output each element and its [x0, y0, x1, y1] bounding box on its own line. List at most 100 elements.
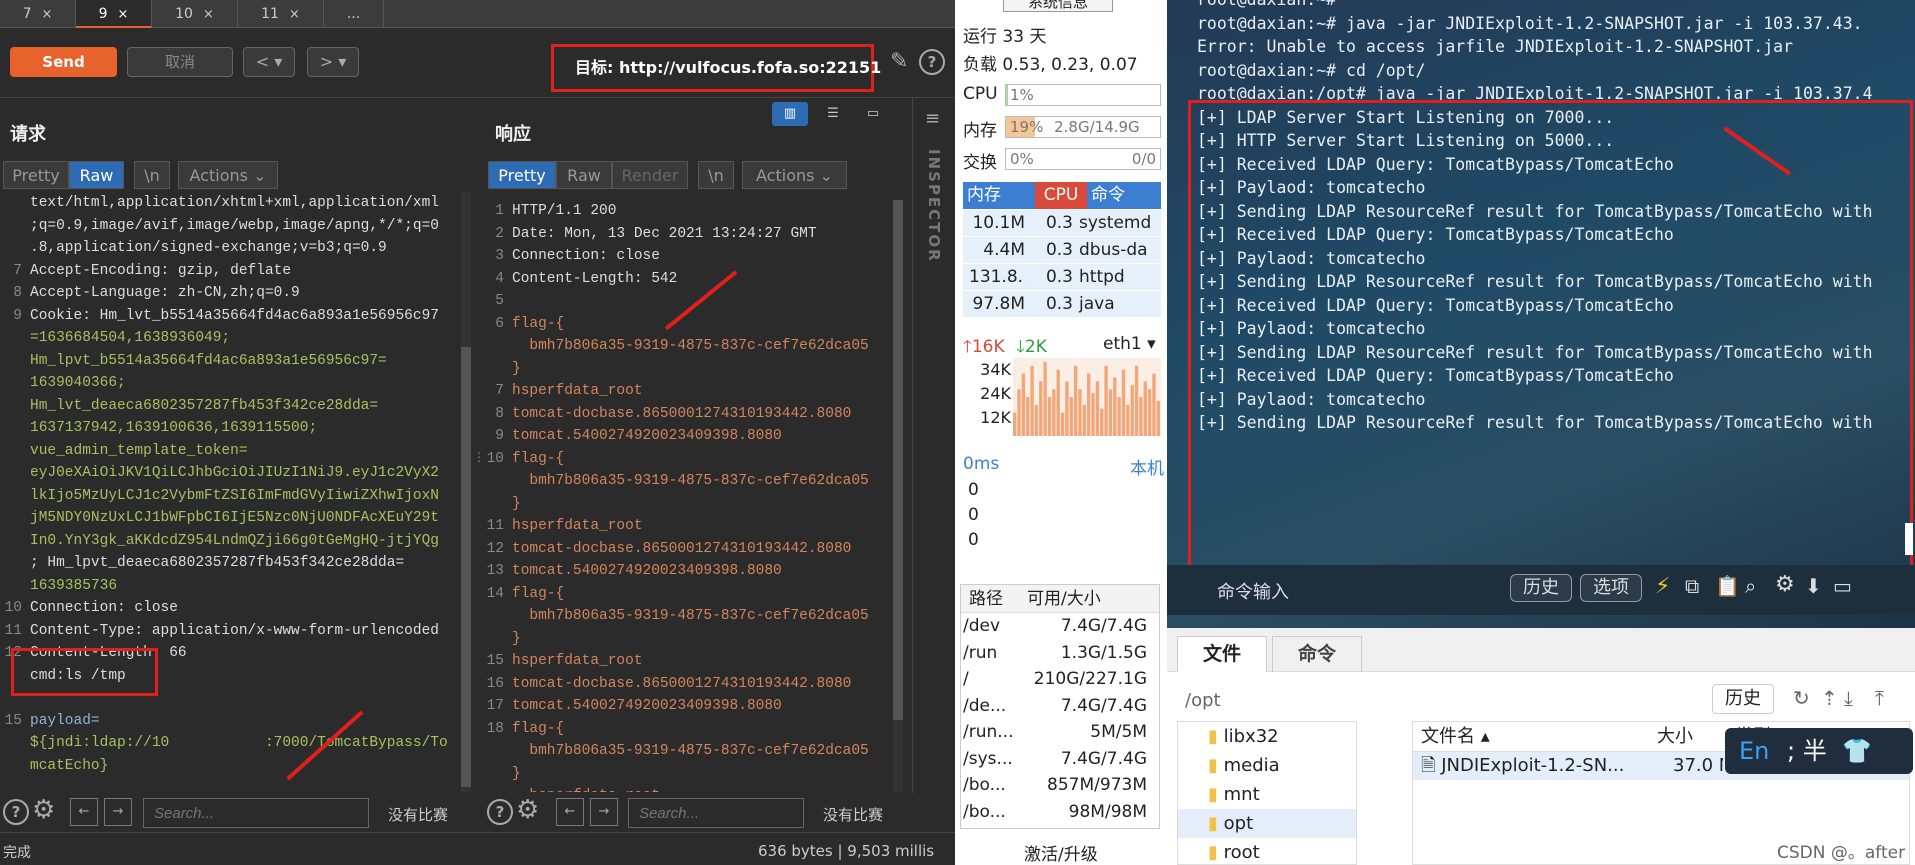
col-filesize[interactable]: 大小: [1653, 722, 1705, 751]
cancel-button[interactable]: 取消: [127, 47, 233, 77]
split-vertical-icon[interactable]: ☰: [816, 102, 850, 126]
forward-button[interactable]: > ▾: [307, 47, 359, 77]
code-line: 12 tomcat-docbase.8650001274310193442.808…: [484, 538, 884, 561]
folder-item[interactable]: ▮ libx32: [1178, 722, 1356, 751]
code-line: =1636684504,1638936049;: [2, 327, 457, 350]
split-handle-icon[interactable]: ⋮: [473, 450, 485, 470]
folder-item[interactable]: ▮ opt: [1178, 809, 1356, 838]
next-match-button[interactable]: →: [590, 798, 618, 826]
menu-icon[interactable]: ≡: [925, 108, 955, 129]
prev-match-button[interactable]: ←: [556, 798, 584, 826]
history-button[interactable]: 历史: [1510, 574, 1572, 602]
folder-icon: ▮: [1208, 842, 1224, 863]
tab-close-icon[interactable]: ×: [289, 7, 300, 22]
gear-icon[interactable]: ⚙: [516, 795, 539, 825]
gear-icon[interactable]: ⚙: [32, 795, 55, 825]
process-row[interactable]: 10.1M 0.3 systemd: [963, 210, 1161, 237]
upload-arrow-icon[interactable]: ⇡: [1821, 686, 1838, 710]
request-title: 请求: [10, 124, 46, 145]
repeater-tab-7[interactable]: 7 ×: [0, 0, 76, 28]
col-path[interactable]: 路径: [961, 585, 1013, 612]
upload-tray-icon[interactable]: ⤒: [1875, 686, 1884, 710]
actions-dropdown[interactable]: Actions ⌄: [178, 161, 278, 189]
inspector-sidebar[interactable]: ≡ INSPECTOR: [912, 98, 955, 830]
gear-icon[interactable]: ⚙: [1775, 572, 1795, 597]
response-editor[interactable]: 1 HTTP/1.1 200 2 Date: Mon, 13 Dec 2021 13:…: [484, 200, 884, 792]
fm-path[interactable]: /opt: [1185, 690, 1221, 711]
download-tray-icon[interactable]: ⤓: [1844, 686, 1853, 710]
window-icon[interactable]: ▭: [1833, 574, 1852, 598]
repeater-tab-10[interactable]: 10 ×: [152, 0, 238, 28]
tab-raw[interactable]: Raw: [556, 161, 612, 189]
tab-close-icon[interactable]: ×: [42, 7, 53, 22]
ime-indicator[interactable]: En ; 半 👕: [1725, 728, 1913, 774]
tab-files[interactable]: 文件: [1177, 636, 1267, 672]
request-scrollbar[interactable]: [461, 192, 471, 792]
tab-close-icon[interactable]: ×: [203, 7, 214, 22]
folder-item[interactable]: ▮ mnt: [1178, 780, 1356, 809]
repeater-tab-more[interactable]: ...: [324, 0, 384, 28]
prev-match-button[interactable]: ←: [70, 798, 98, 826]
disk-row[interactable]: /sys... 7.4G/7.4G: [961, 746, 1159, 773]
col-mem[interactable]: 内存: [963, 182, 1035, 209]
activate-link[interactable]: 激活/升级: [1024, 840, 1098, 865]
paste-icon[interactable]: 📋: [1715, 574, 1740, 598]
disk-row[interactable]: / 210G/227.1G: [961, 666, 1159, 693]
disk-row[interactable]: /de... 7.4G/7.4G: [961, 693, 1159, 720]
single-pane-icon[interactable]: ▭: [856, 102, 890, 126]
col-size[interactable]: 可用/大小: [1013, 585, 1101, 612]
help-icon[interactable]: ?: [487, 799, 513, 825]
col-cpu[interactable]: CPU: [1035, 182, 1087, 209]
response-search-input[interactable]: [628, 798, 804, 828]
folder-item[interactable]: ▮ root: [1178, 838, 1356, 865]
net-interface-select[interactable]: eth1 ▾: [1103, 334, 1156, 354]
response-scrollbar[interactable]: [893, 200, 903, 792]
help-icon[interactable]: ?: [919, 49, 945, 75]
actions-dropdown[interactable]: Actions ⌄: [742, 161, 847, 189]
disk-row[interactable]: /run 1.3G/1.5G: [961, 640, 1159, 667]
disk-row[interactable]: /run... 5M/5M: [961, 719, 1159, 746]
tab-close-icon[interactable]: ×: [118, 7, 129, 22]
process-row[interactable]: 4.4M 0.3 dbus-da: [963, 237, 1161, 264]
disk-row[interactable]: /bo... 98M/98M: [961, 799, 1159, 826]
back-button[interactable]: < ▾: [243, 47, 295, 77]
disk-row[interactable]: /dev 7.4G/7.4G: [961, 613, 1159, 640]
send-button[interactable]: Send: [10, 47, 117, 77]
edit-pencil-icon[interactable]: ✎: [890, 49, 908, 74]
latency-values: 0 0 0: [968, 478, 979, 553]
tab-render[interactable]: Render: [612, 161, 688, 189]
tab-pretty[interactable]: Pretty: [488, 161, 556, 189]
process-row[interactable]: 131.8... 0.3 httpd: [963, 264, 1161, 291]
refresh-icon[interactable]: ↻: [1793, 686, 1810, 710]
lightning-icon[interactable]: ⚡: [1655, 574, 1670, 599]
chevron-left-icon: < ▾: [255, 52, 283, 71]
line-text: =1636684504,1638936049;: [30, 330, 231, 346]
tab-pretty[interactable]: Pretty: [3, 161, 69, 189]
tab-commands[interactable]: 命令: [1272, 636, 1362, 672]
fm-history-button[interactable]: 历史: [1712, 684, 1774, 714]
uptime-label: 运行 33 天: [963, 27, 1047, 47]
col-cmd[interactable]: 命令: [1087, 182, 1161, 209]
request-search-input[interactable]: [143, 798, 369, 828]
download-icon[interactable]: ⬇: [1805, 574, 1822, 598]
tab-newline[interactable]: \n: [698, 161, 734, 189]
net-bar: [1043, 361, 1047, 436]
tab-raw[interactable]: Raw: [69, 161, 124, 189]
folder-item[interactable]: ▮ media: [1178, 751, 1356, 780]
tab-newline[interactable]: \n: [134, 161, 170, 189]
command-input-label[interactable]: 命令输入: [1217, 578, 1289, 604]
copy-icon[interactable]: ⧉: [1685, 574, 1699, 598]
help-icon[interactable]: ?: [3, 799, 29, 825]
repeater-tab-11[interactable]: 11 ×: [238, 0, 324, 28]
repeater-tab-9[interactable]: 9 ×: [76, 0, 152, 28]
target-label[interactable]: 目标: http://vulfocus.fofa.so:22151: [575, 54, 881, 78]
split-horizontal-icon[interactable]: ▥: [772, 102, 808, 126]
request-editor[interactable]: text/html,application/xhtml+xml,applicat…: [2, 192, 457, 792]
next-match-button[interactable]: →: [104, 798, 132, 826]
sysinfo-button[interactable]: 系统信息: [1003, 0, 1113, 12]
search-icon[interactable]: ⌕: [1745, 574, 1756, 598]
process-row[interactable]: 97.8M 0.3 java: [963, 291, 1161, 318]
col-filename[interactable]: 文件名 ▴: [1413, 722, 1653, 751]
options-button[interactable]: 选项: [1580, 574, 1642, 602]
disk-row[interactable]: /bo... 857M/973M: [961, 772, 1159, 799]
